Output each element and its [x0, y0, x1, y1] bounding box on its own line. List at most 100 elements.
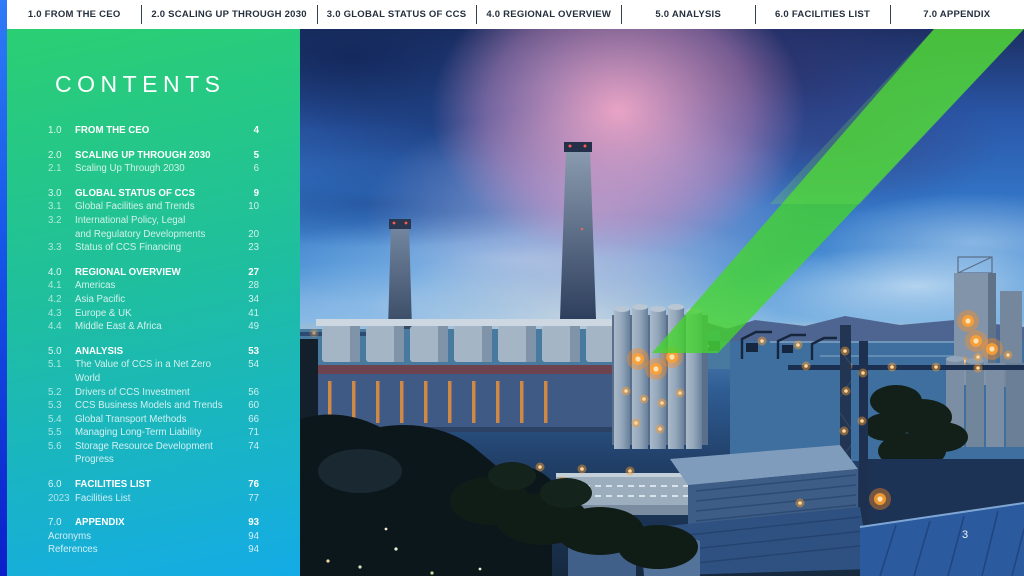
toc-row[interactable]: 5.1 The Value of CCS in a Net Zero World… — [48, 358, 259, 385]
toc-row[interactable]: 7.0 APPENDIX 93 — [48, 516, 259, 530]
toc-entry-page: 94 — [248, 544, 259, 556]
toc-entry-label: The Value of CCS in a Net Zero World — [75, 359, 212, 384]
toc-entry-label: Scaling Up Through 2030 — [75, 163, 185, 175]
toc-entry-page: 5 — [253, 149, 259, 161]
toc-entry-label: and Regulatory Developments — [75, 228, 206, 240]
toc-row[interactable]: 5.0 ANALYSIS 53 — [48, 345, 259, 359]
nav-tab-label: 2.0 SCALING UP THROUGH 2030 — [151, 9, 307, 20]
toc-entry-number: 5.3 — [48, 400, 62, 412]
toc-entry-page: 20 — [248, 228, 259, 240]
toc-row[interactable]: 4.0 REGIONAL OVERVIEW 27 — [48, 266, 259, 280]
toc-entry-label: References — [48, 544, 98, 556]
toc-entry-number: 4.0 — [48, 266, 62, 278]
toc-entry-label: Drivers of CCS Investment — [75, 386, 190, 398]
toc-row[interactable]: 5.2 Drivers of CCS Investment 56 — [48, 386, 259, 400]
toc-list: 1.0 FROM THE CEO 4 2.0 SCALING UP THROUG… — [48, 124, 259, 557]
toc-section: 5.0 ANALYSIS 53 5.1 The Value of CCS in … — [48, 345, 259, 467]
toc-entry-label: ANALYSIS — [75, 345, 124, 357]
toc-row[interactable]: 3.1 Global Facilities and Trends 10 — [48, 200, 259, 214]
toc-row[interactable]: 2.1 Scaling Up Through 2030 6 — [48, 162, 259, 176]
toc-row[interactable]: 2023 Facilities List 77 — [48, 492, 259, 506]
toc-row[interactable]: 3.2 International Policy, Legal — [48, 214, 259, 228]
toc-entry-number: 2023 — [48, 492, 70, 504]
toc-entry-number: 5.6 — [48, 440, 62, 452]
nav-tab-label: 6.0 FACILITIES LIST — [775, 9, 871, 20]
nav-tab[interactable]: 7.0 APPENDIX — [889, 0, 1024, 29]
toc-entry-label: Europe & UK — [75, 307, 132, 319]
nav-tab[interactable]: 6.0 FACILITIES LIST — [755, 0, 889, 29]
nav-tab-label: 3.0 GLOBAL STATUS OF CCS — [326, 9, 467, 20]
toc-entry-page: 28 — [248, 280, 259, 292]
toc-entry-number: 4.2 — [48, 293, 62, 305]
toc-row[interactable]: 5.4 Global Transport Methods 66 — [48, 413, 259, 427]
toc-entry-number: 3.1 — [48, 201, 62, 213]
toc-entry-number: 1.0 — [48, 125, 62, 136]
toc-entry-page: 4 — [253, 125, 259, 136]
toc-entry-label: Middle East & Africa — [75, 321, 162, 333]
nav-tab[interactable]: 2.0 SCALING UP THROUGH 2030 — [141, 0, 316, 29]
top-navigation: 1.0 FROM THE CEO 2.0 SCALING UP THROUGH … — [7, 0, 1024, 29]
nav-tab-label: 7.0 APPENDIX — [923, 9, 991, 20]
brand-stripe — [0, 0, 7, 576]
toc-entry-page: 71 — [248, 427, 259, 439]
toc-entry-page — [233, 214, 259, 228]
contents-panel: CONTENTS 1.0 FROM THE CEO 4 2.0 SCALING … — [7, 29, 300, 576]
toc-row[interactable]: 4.2 Asia Pacific 34 — [48, 293, 259, 307]
toc-row[interactable]: 5.6 Storage Resource Development Progres… — [48, 440, 259, 467]
toc-entry-label: FROM THE CEO — [75, 125, 150, 136]
toc-entry-page: 53 — [248, 345, 259, 357]
toc-row[interactable]: 1.0 FROM THE CEO 4 — [48, 124, 259, 138]
toc-entry-number: 6.0 — [48, 479, 62, 491]
toc-entry-page: 49 — [248, 321, 259, 333]
toc-entry-page: 41 — [248, 307, 259, 319]
toc-entry-number: 5.5 — [48, 427, 62, 439]
toc-entry-label: SCALING UP THROUGH 2030 — [75, 149, 211, 161]
toc-entry-label: Global Transport Methods — [75, 413, 187, 425]
nav-tab-label: 5.0 ANALYSIS — [655, 9, 722, 20]
toc-row[interactable]: 4.3 Europe & UK 41 — [48, 307, 259, 321]
toc-entry-label: APPENDIX — [75, 517, 125, 529]
toc-entry-number: 5.0 — [48, 345, 62, 357]
toc-entry-label: GLOBAL STATUS OF CCS — [75, 187, 196, 199]
toc-row[interactable]: and Regulatory Developments 20 — [48, 228, 259, 242]
nav-tab-label: 4.0 REGIONAL OVERVIEW — [486, 9, 612, 20]
nav-tab[interactable]: 4.0 REGIONAL OVERVIEW — [476, 0, 621, 29]
toc-entry-number: 3.0 — [48, 187, 62, 199]
toc-row[interactable]: References 94 — [48, 543, 259, 557]
toc-entry-page: 10 — [248, 201, 259, 213]
toc-entry-page: 60 — [248, 400, 259, 412]
toc-row[interactable]: 2.0 SCALING UP THROUGH 2030 5 — [48, 149, 259, 163]
toc-entry-page: 66 — [248, 413, 259, 425]
toc-row[interactable]: Acronyms 94 — [48, 530, 259, 544]
toc-row[interactable]: 5.5 Managing Long-Term Liability 71 — [48, 426, 259, 440]
toc-entry-label: Acronyms — [48, 530, 92, 542]
toc-row[interactable]: 3.0 GLOBAL STATUS OF CCS 9 — [48, 187, 259, 201]
nav-tab[interactable]: 1.0 FROM THE CEO — [7, 0, 141, 29]
toc-entry-label: International Policy, Legal — [75, 214, 186, 226]
toc-section: 6.0 FACILITIES LIST 76 2023 Facilities L… — [48, 478, 259, 505]
toc-row[interactable]: 4.1 Americas 28 — [48, 279, 259, 293]
nav-tab[interactable]: 5.0 ANALYSIS — [621, 0, 755, 29]
toc-entry-label: Storage Resource Development Progress — [75, 440, 213, 466]
hero-photo: 3 — [300, 29, 1024, 576]
toc-entry-number: 5.1 — [48, 359, 62, 371]
toc-row[interactable]: 4.4 Middle East & Africa 49 — [48, 320, 259, 334]
toc-entry-label: REGIONAL OVERVIEW — [75, 266, 181, 278]
nav-tab[interactable]: 3.0 GLOBAL STATUS OF CCS — [316, 0, 477, 29]
toc-entry-page: 74 — [248, 440, 259, 452]
toc-entry-label: Americas — [75, 280, 116, 292]
toc-entry-number: 4.1 — [48, 280, 62, 292]
toc-section: 2.0 SCALING UP THROUGH 2030 5 2.1 Scalin… — [48, 149, 259, 176]
toc-entry-number: 4.4 — [48, 321, 62, 333]
toc-entry-number: 3.3 — [48, 242, 62, 254]
toc-row[interactable]: 6.0 FACILITIES LIST 76 — [48, 478, 259, 492]
toc-row[interactable]: 3.3 Status of CCS Financing 23 — [48, 241, 259, 255]
toc-entry-page: 6 — [253, 163, 259, 175]
toc-entry-number: 2.1 — [48, 163, 62, 175]
toc-entry-page: 94 — [248, 530, 259, 542]
toc-row[interactable]: 5.3 CCS Business Models and Trends 60 — [48, 399, 259, 413]
toc-entry-number: 5.4 — [48, 413, 62, 425]
toc-entry-page: 54 — [248, 359, 259, 371]
toc-section: 4.0 REGIONAL OVERVIEW 27 4.1 Americas 28… — [48, 266, 259, 334]
toc-entry-number — [48, 228, 75, 242]
